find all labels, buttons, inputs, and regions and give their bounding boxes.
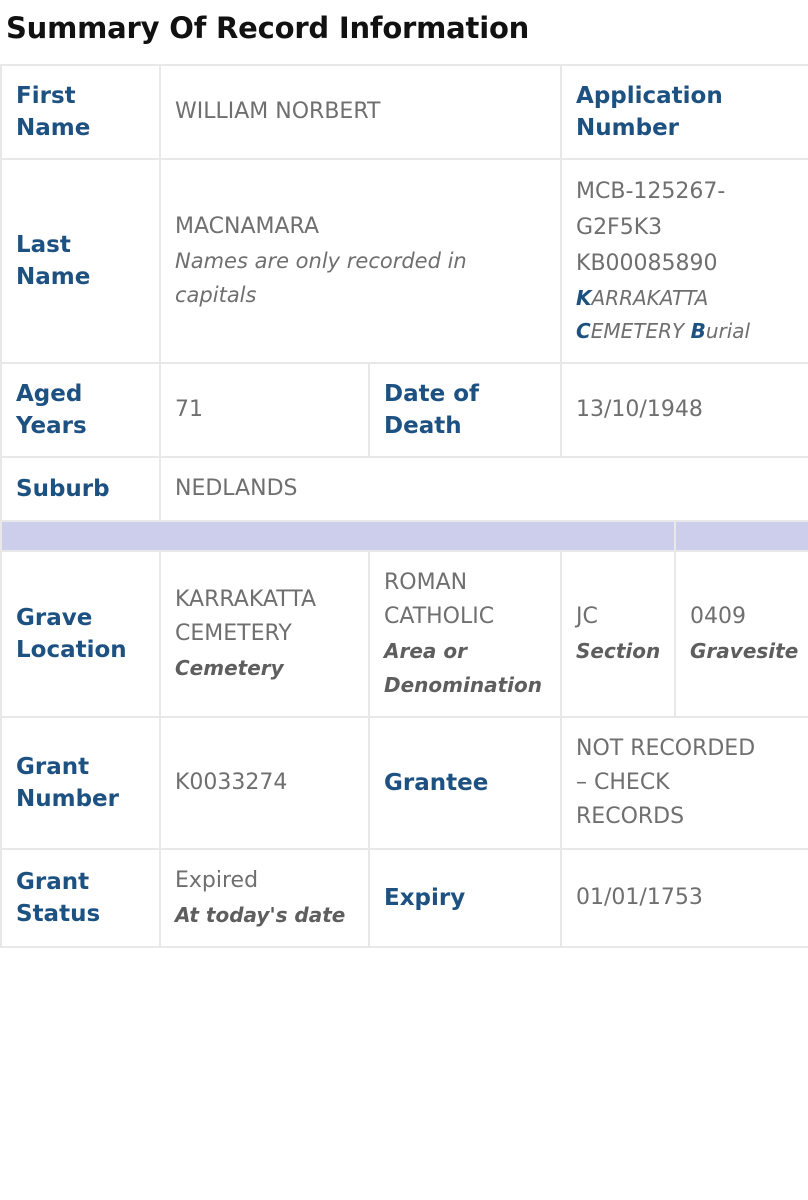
value-aged-years: 71 [160, 363, 370, 458]
value-section: JC Section [561, 551, 677, 718]
value-suburb: NEDLANDS [160, 457, 808, 522]
last-name-text: MACNAMARA [175, 214, 319, 239]
area-line-1: ROMAN [384, 570, 468, 595]
grantee-line-2: – CHECK [576, 770, 670, 795]
application-description-line-1: KARRAKATTA [576, 286, 709, 310]
label-expiry: Expiry [369, 849, 563, 948]
gravesite-value: 0409 [690, 604, 747, 629]
table-row-grant-number: Grant Number K0033274 Grantee NOT RECORD… [1, 717, 808, 850]
section-value: JC [576, 604, 598, 629]
area-caption-line-2: Denomination [384, 673, 542, 697]
cemetery-line-2: CEMETERY [175, 621, 292, 646]
cemetery-line-1: KARRAKATTA [175, 587, 317, 612]
label-grant-number: Grant Number [1, 717, 161, 850]
table-row-grave-location: Grave Location KARRAKATTA CEMETERY Cemet… [1, 551, 808, 718]
value-grant-status: Expired At today's date [160, 849, 370, 948]
table-row-grant-status: Grant Status Expired At today's date Exp… [1, 849, 808, 948]
label-suburb: Suburb [1, 457, 161, 522]
application-description-line-2: CEMETERY Burial [576, 319, 751, 343]
area-line-2: CATHOLIC [384, 604, 495, 629]
label-first-name: First Name [1, 65, 161, 160]
label-last-name: Last Name [1, 159, 161, 364]
value-gravesite: 0409 Gravesite [675, 551, 808, 718]
label-date-of-death: Date of Death [369, 363, 563, 458]
last-name-note: Names are only recorded in capitals [175, 249, 467, 307]
application-number-line-1: MCB-125267- [576, 179, 726, 204]
application-number-line-3: KB00085890 [576, 251, 718, 276]
value-date-of-death: 13/10/1948 [561, 363, 808, 458]
cemetery-caption: Cemetery [175, 656, 284, 680]
value-first-name: WILLIAM NORBERT [160, 65, 563, 160]
table-row-aged-years: Aged Years 71 Date of Death 13/10/1948 [1, 363, 808, 458]
application-number-line-2: G2F5K3 [576, 215, 663, 240]
grantee-line-1: NOT RECORDED [576, 736, 756, 761]
record-summary-page: Summary Of Record Information First Name… [0, 0, 808, 1200]
value-cemetery: KARRAKATTA CEMETERY Cemetery [160, 551, 370, 718]
value-last-name: MACNAMARA Names are only recorded in cap… [160, 159, 563, 364]
value-area-denomination: ROMAN CATHOLIC Area or Denomination [369, 551, 563, 718]
grantee-line-3: RECORDS [576, 804, 685, 829]
gravesite-caption: Gravesite [690, 639, 799, 663]
table-row-spacer [1, 521, 808, 552]
page-title: Summary Of Record Information [6, 11, 530, 45]
value-grantee: NOT RECORDED – CHECK RECORDS [561, 717, 808, 850]
spacer-cell-right [675, 521, 808, 552]
label-grant-status: Grant Status [1, 849, 161, 948]
table-row-last-name: Last Name MACNAMARA Names are only recor… [1, 159, 808, 364]
record-information-table: First Name WILLIAM NORBERT Application N… [0, 64, 808, 948]
section-caption: Section [576, 639, 661, 663]
value-grant-number: K0033274 [160, 717, 370, 850]
label-application-number: Application Number [561, 65, 808, 160]
grant-status-text: Expired [175, 868, 259, 893]
label-grantee: Grantee [369, 717, 563, 850]
spacer-cell-left [1, 521, 677, 552]
value-application-number: MCB-125267- G2F5K3 KB00085890 KARRAKATTA… [561, 159, 808, 364]
label-grave-location: Grave Location [1, 551, 161, 718]
table-row-suburb: Suburb NEDLANDS [1, 457, 808, 522]
label-aged-years: Aged Years [1, 363, 161, 458]
value-expiry: 01/01/1753 [561, 849, 808, 948]
area-caption-line-1: Area or [384, 639, 467, 663]
table-row-first-name: First Name WILLIAM NORBERT Application N… [1, 65, 808, 160]
grant-status-note: At today's date [175, 903, 346, 927]
